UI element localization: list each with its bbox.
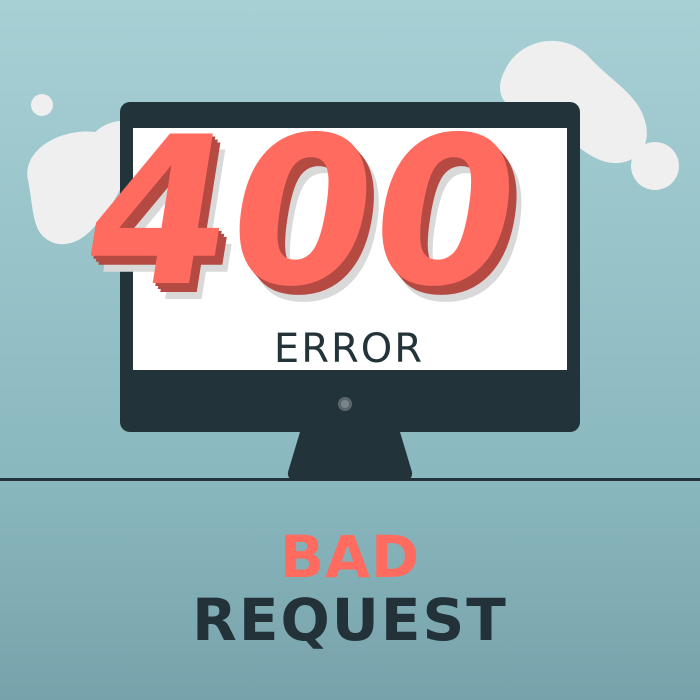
error-code: 400 [70,93,536,332]
error-label: ERROR [274,326,424,372]
power-button-inner [341,400,349,408]
request-text: REQUEST [192,586,508,654]
error-code-graphic: 400 400 400 400 400 [70,93,548,348]
monitor-stand [287,432,413,480]
bad-text: BAD [279,523,421,591]
cloud-dot-small [31,94,53,116]
error-page: 400 400 400 400 400 ERROR BAD REQUEST [0,0,700,700]
